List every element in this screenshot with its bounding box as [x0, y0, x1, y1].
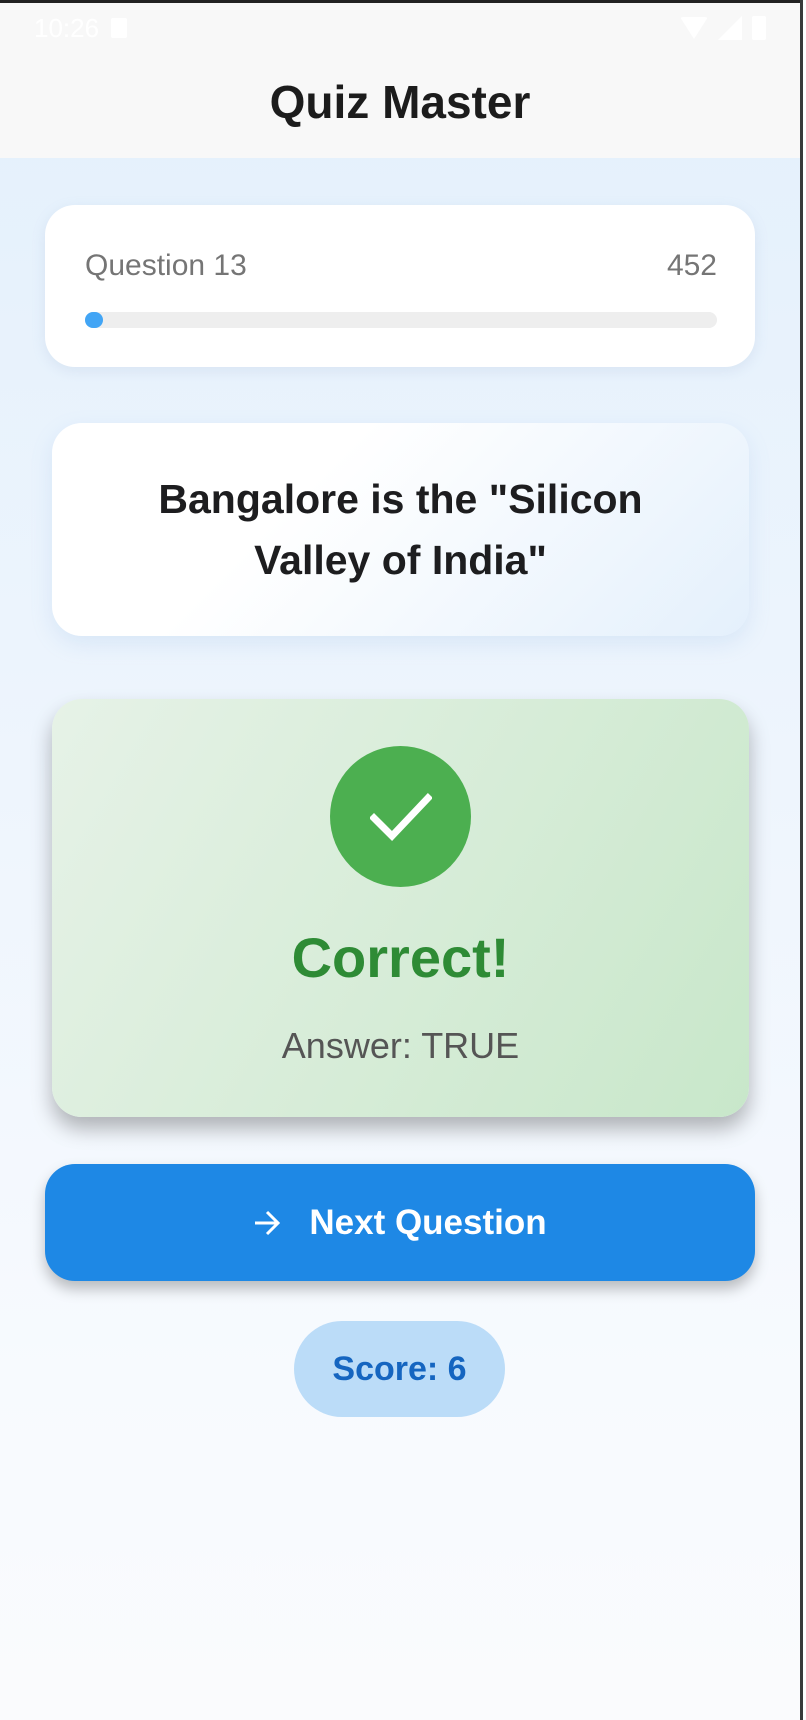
status-bar: 10:26 [0, 6, 800, 50]
status-left: 10:26 [34, 12, 128, 44]
progress-bar-fill [85, 312, 104, 328]
question-text: Bangalore is the "Silicon Valley of Indi… [158, 475, 643, 583]
battery-icon [752, 16, 766, 40]
next-question-label: Next Question [309, 1202, 547, 1242]
question-number: Question 13 [85, 249, 247, 282]
next-question-button[interactable]: Next Question [45, 1164, 755, 1281]
arrow-right-icon [253, 1210, 281, 1236]
result-card: Correct! Answer: TRUE [52, 699, 749, 1117]
status-time: 10:26 [34, 12, 100, 43]
score-badge: Score: 6 [294, 1321, 505, 1417]
progress-bar [85, 312, 717, 328]
result-answer: Answer: TRUE [281, 1025, 520, 1066]
signal-icon [718, 16, 742, 40]
page-title: Quiz Master [269, 76, 531, 128]
question-total: 452 [666, 249, 717, 282]
question-card: Bangalore is the "Silicon Valley of Indi… [52, 423, 749, 636]
sim-card-icon [111, 18, 128, 38]
check-icon [330, 746, 471, 887]
app-bar: 10:26 Quiz Master [0, 0, 800, 158]
quiz-screen: 10:26 Quiz Master Question 13 452 Bangal… [0, 0, 803, 1720]
progress-card: Question 13 452 [45, 205, 755, 367]
status-right [680, 16, 766, 40]
result-title: Correct! [291, 926, 510, 989]
wifi-icon [680, 17, 708, 39]
